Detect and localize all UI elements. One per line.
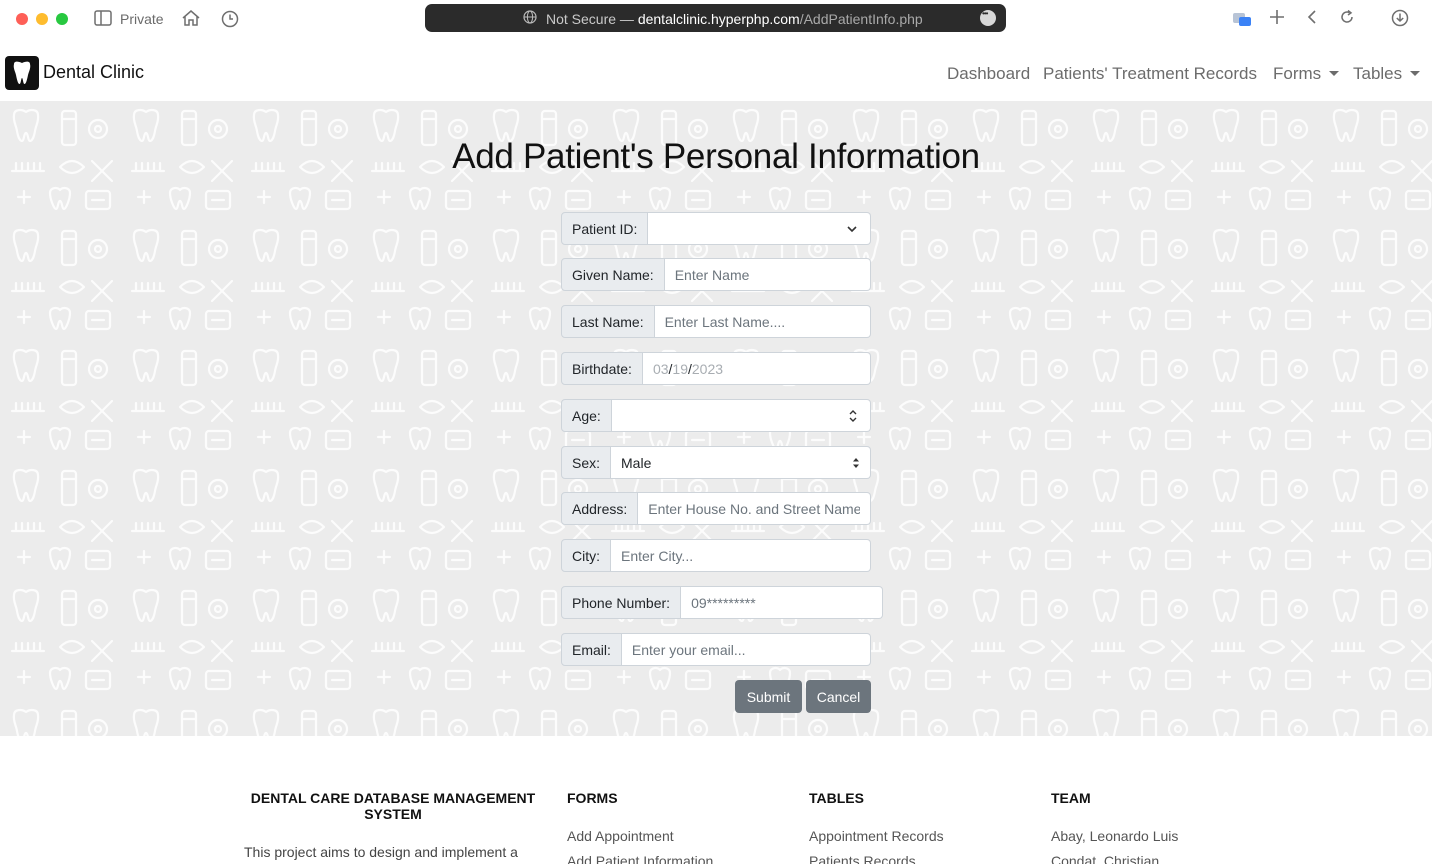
footer-about-text: This project aims to design and implemen… (244, 844, 518, 860)
last-name-row: Last Name: (561, 305, 871, 338)
new-tab-icon[interactable] (1269, 9, 1285, 30)
email-row: Email: (561, 633, 871, 666)
nav-tables-label: Tables (1353, 64, 1403, 83)
nav-forms-dropdown[interactable]: Forms (1273, 64, 1340, 84)
footer: DENTAL CARE DATABASE MANAGEMENT SYSTEM T… (0, 736, 1432, 864)
cancel-button[interactable]: Cancel (806, 680, 871, 713)
address-bar[interactable]: Not Secure — dentalclinic.hyperphp.com/A… (425, 4, 1006, 32)
url-text: Not Secure — dentalclinic.hyperphp.com/A… (546, 11, 923, 27)
given-name-input[interactable] (664, 258, 871, 291)
city-label: City: (561, 539, 611, 572)
patient-id-select[interactable] (648, 212, 871, 245)
browser-toolbar: Private Not Secure — dentalclinic.hyperp… (0, 0, 1432, 37)
chevron-down-icon (846, 222, 858, 238)
sex-select[interactable]: Male (611, 446, 871, 479)
address-input[interactable] (638, 492, 871, 525)
phone-input[interactable] (681, 586, 884, 619)
footer-team-member: Abay, Leonardo Luis (1051, 828, 1179, 844)
footer-team-title: TEAM (1051, 790, 1091, 806)
reload-icon[interactable] (1339, 9, 1355, 30)
birthdate-input[interactable]: 03/19/2023 (642, 352, 871, 385)
email-label: Email: (561, 633, 622, 666)
nav-treatment-records[interactable]: Patients' Treatment Records (1043, 64, 1257, 84)
footer-forms-title: FORMS (567, 790, 618, 806)
select-arrows-icon (852, 456, 860, 473)
nav-tables-dropdown[interactable]: Tables (1353, 64, 1421, 84)
footer-link-add-patient-info[interactable]: Add Patient Information (567, 853, 713, 864)
home-icon[interactable] (181, 9, 201, 32)
last-name-input[interactable] (654, 305, 871, 338)
footer-team-member: Condat, Christian (1051, 853, 1160, 864)
sex-label: Sex: (561, 446, 612, 479)
email-input[interactable] (621, 633, 871, 666)
url-domain: dentalclinic.hyperphp.com (637, 11, 800, 27)
address-label: Address: (561, 492, 639, 525)
private-label: Private (120, 11, 164, 27)
city-row: City: (561, 539, 871, 572)
minimize-window-button[interactable] (36, 13, 48, 25)
phone-row: Phone Number: (561, 586, 884, 619)
given-name-row: Given Name: (561, 258, 871, 291)
globe-icon (523, 10, 537, 27)
given-name-label: Given Name: (561, 258, 665, 291)
birthdate-row: Birthdate: 03/19/2023 (561, 352, 871, 385)
footer-link-add-appointment[interactable]: Add Appointment (567, 828, 674, 844)
footer-link-patients-records[interactable]: Patients Records (809, 853, 916, 864)
footer-tables-title: TABLES (809, 790, 864, 806)
url-path: /AddPatientInfo.php (799, 11, 923, 27)
navbar: Dental Clinic Dashboard Patients' Treatm… (0, 37, 1432, 101)
maximize-window-button[interactable] (56, 13, 68, 25)
translate-icon[interactable] (1232, 11, 1252, 32)
more-options-icon[interactable] (980, 9, 996, 26)
patient-id-label: Patient ID: (561, 212, 649, 245)
url-security-text: Not Secure — (546, 11, 638, 27)
birthdate-label: Birthdate: (561, 352, 643, 385)
sex-value: Male (621, 454, 652, 471)
main-content: Add Patient's Personal Information Patie… (0, 101, 1432, 736)
phone-label: Phone Number: (561, 586, 682, 619)
patient-id-row: Patient ID: (561, 212, 871, 245)
age-row: Age: (561, 399, 871, 432)
history-icon[interactable] (221, 10, 239, 33)
number-spinner-icon[interactable] (848, 408, 858, 427)
back-icon[interactable] (1306, 9, 1318, 30)
footer-link-appointment-records[interactable]: Appointment Records (809, 828, 944, 844)
downloads-icon[interactable] (1391, 9, 1409, 32)
birthdate-year[interactable]: 2023 (692, 361, 723, 377)
birthdate-day[interactable]: 19 (672, 361, 688, 377)
caret-down-icon (1410, 71, 1421, 76)
footer-about-title: DENTAL CARE DATABASE MANAGEMENT SYSTEM (250, 790, 536, 822)
age-label: Age: (561, 399, 612, 432)
submit-button[interactable]: Submit (735, 680, 802, 713)
brand-name[interactable]: Dental Clinic (43, 62, 144, 83)
last-name-label: Last Name: (561, 305, 655, 338)
city-input[interactable] (611, 539, 871, 572)
address-row: Address: (561, 492, 871, 525)
close-window-button[interactable] (16, 13, 28, 25)
age-input[interactable] (611, 399, 871, 432)
sidebar-icon[interactable] (94, 10, 112, 31)
caret-down-icon (1329, 71, 1340, 76)
tooth-logo-icon[interactable] (5, 56, 39, 90)
nav-dashboard[interactable]: Dashboard (947, 64, 1030, 84)
sex-row: Sex: Male (561, 446, 871, 479)
birthdate-month[interactable]: 03 (653, 361, 669, 377)
nav-forms-label: Forms (1273, 64, 1322, 83)
page-title: Add Patient's Personal Information (452, 137, 980, 176)
